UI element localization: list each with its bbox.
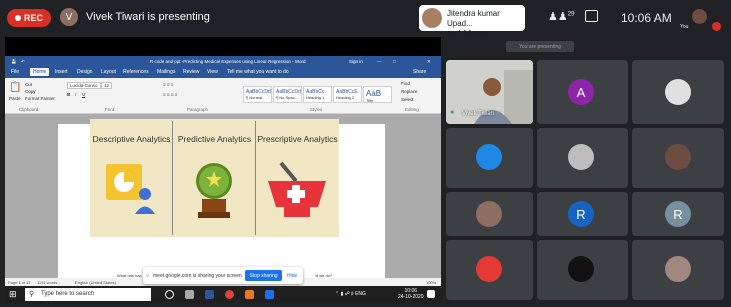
- participant-tile[interactable]: [537, 128, 628, 188]
- notification-icon[interactable]: [427, 290, 435, 298]
- find-button[interactable]: Find: [401, 81, 410, 86]
- tell-me-box[interactable]: Tell me what you want to do: [227, 69, 289, 75]
- people-button[interactable]: ♟♟29: [548, 10, 574, 23]
- bold-icon[interactable]: B: [67, 92, 70, 97]
- participant-tile[interactable]: R: [537, 192, 628, 236]
- tab-design[interactable]: Design: [77, 69, 93, 75]
- recording-badge: REC: [7, 9, 51, 27]
- chrome-icon[interactable]: [225, 290, 234, 299]
- presenter-avatar: V: [60, 8, 78, 26]
- screen-black-band: [5, 37, 441, 56]
- speaker-tile[interactable]: ● Vivek Tiwari: [446, 60, 533, 124]
- analytics-slide: Descriptive Analytics Predictive Analyti…: [90, 119, 339, 237]
- audio-icon: ●: [450, 109, 455, 116]
- participant-tile[interactable]: [537, 240, 628, 300]
- style-heading2[interactable]: AaBbCcE Heading 2: [333, 86, 362, 103]
- participant-tile[interactable]: [446, 192, 533, 236]
- stop-sharing-button[interactable]: Stop sharing: [245, 270, 282, 281]
- underline-icon[interactable]: U: [82, 92, 85, 97]
- notification-badge: [712, 22, 721, 31]
- font-name-select[interactable]: Lucida Conso: [67, 82, 101, 89]
- tab-mailings[interactable]: Mailings: [157, 69, 175, 75]
- ribbon-tabs: File Home Insert Design Layout Reference…: [5, 67, 441, 78]
- avatar: [476, 144, 502, 170]
- avatar: [476, 201, 502, 227]
- avatar: [568, 256, 594, 282]
- style-normal[interactable]: AaBbCcDd ¶ Normal: [243, 86, 272, 103]
- style-no-spacing[interactable]: AaBbCcDd ¶ No Spac...: [273, 86, 302, 103]
- predictive-column: Predictive Analytics: [173, 119, 256, 237]
- you-label: You: [680, 24, 689, 30]
- tab-review[interactable]: Review: [183, 69, 199, 75]
- taskbar-search[interactable]: ⚲ Type here to search: [25, 288, 151, 301]
- avatar: [568, 144, 594, 170]
- self-avatar[interactable]: [692, 9, 707, 24]
- share-button[interactable]: Share: [413, 69, 426, 75]
- participant-tile[interactable]: [632, 240, 724, 300]
- cortana-icon[interactable]: [165, 290, 174, 299]
- analytics-report-icon: [106, 164, 155, 214]
- chat-icon[interactable]: [585, 10, 598, 22]
- save-icon[interactable]: 💾: [11, 59, 17, 65]
- crystal-ball-icon: [196, 163, 232, 218]
- joiner-avatar: [422, 8, 442, 28]
- word-titlebar: 💾 ↶ R code and ppt -Predicting Medical E…: [5, 56, 441, 67]
- italic-icon[interactable]: I: [75, 92, 76, 97]
- taskbar-clock[interactable]: 10:06 24-10-2020: [398, 288, 424, 300]
- meet-top-bar: REC V Vivek Tiwari is presenting Jitendr…: [0, 0, 731, 38]
- word-taskbar-icon[interactable]: [205, 290, 214, 299]
- participant-tile[interactable]: [632, 128, 724, 188]
- paste-icon[interactable]: 📋: [9, 82, 21, 93]
- font-size-select[interactable]: 12: [101, 82, 113, 89]
- avatar: [476, 256, 502, 282]
- record-dot-icon: [14, 15, 21, 21]
- search-icon: ⚲: [29, 291, 35, 298]
- app-icon[interactable]: [265, 290, 274, 299]
- ribbon-home: 📋 Paste Cut Copy Format Painter Clipboar…: [5, 78, 441, 114]
- select-button[interactable]: Select: [401, 97, 414, 102]
- descriptive-column: Descriptive Analytics: [90, 119, 173, 237]
- replace-button[interactable]: Replace: [401, 89, 418, 94]
- windows-start-icon[interactable]: ⊞: [9, 289, 17, 300]
- windows-taskbar: ⊞ ⚲ Type here to search ⌃ ▮ ☍ ♯ ENG 10:0…: [5, 286, 441, 303]
- undo-icon[interactable]: ↶: [21, 59, 25, 65]
- tab-view[interactable]: View: [207, 69, 218, 75]
- tab-file[interactable]: File: [11, 69, 19, 75]
- tab-home[interactable]: Home: [30, 68, 50, 76]
- share-info-icon: ○: [146, 273, 150, 279]
- align-icon[interactable]: ≡ ≡ ≡ ≡: [163, 92, 177, 97]
- avatar: [665, 144, 691, 170]
- avatar: [665, 256, 691, 282]
- presenting-banner: You are presenting: [506, 41, 574, 52]
- close-icon[interactable]: ✕: [427, 59, 431, 65]
- style-title[interactable]: AaB Title: [363, 86, 392, 103]
- joiners-chip[interactable]: Jitendra kumar Upad... and 14 more: [419, 5, 525, 38]
- tab-layout[interactable]: Layout: [101, 69, 116, 75]
- task-view-icon[interactable]: [185, 290, 194, 299]
- style-heading1[interactable]: AaBbCc Heading 1: [303, 86, 332, 103]
- participant-tile[interactable]: R: [632, 192, 724, 236]
- screen-share-bar: ○ meet.google.com is sharing your screen…: [143, 267, 303, 284]
- system-tray[interactable]: ⌃ ▮ ☍ ♯ ENG: [335, 291, 366, 297]
- tab-insert[interactable]: Insert: [55, 69, 68, 75]
- people-icon: ♟♟: [548, 11, 568, 23]
- app-icon[interactable]: [245, 290, 254, 299]
- participant-tile[interactable]: [446, 128, 533, 188]
- maximize-icon[interactable]: □: [393, 59, 396, 64]
- clock: 10:06 AM: [621, 11, 672, 25]
- hide-button[interactable]: Hide: [287, 273, 297, 279]
- avatar: [665, 79, 691, 105]
- minimize-icon[interactable]: —: [377, 59, 382, 64]
- participant-tile[interactable]: [632, 60, 724, 124]
- participant-tile[interactable]: [446, 240, 533, 300]
- mortar-pestle-icon: [268, 161, 326, 217]
- prescriptive-column: Prescriptive Analytics: [256, 119, 339, 237]
- participant-tile[interactable]: A: [537, 60, 628, 124]
- tab-references[interactable]: References: [123, 69, 149, 75]
- bullets-icon[interactable]: ≡ ≡ ≡: [163, 82, 173, 87]
- presenting-text: Vivek Tiwari is presenting: [86, 11, 210, 23]
